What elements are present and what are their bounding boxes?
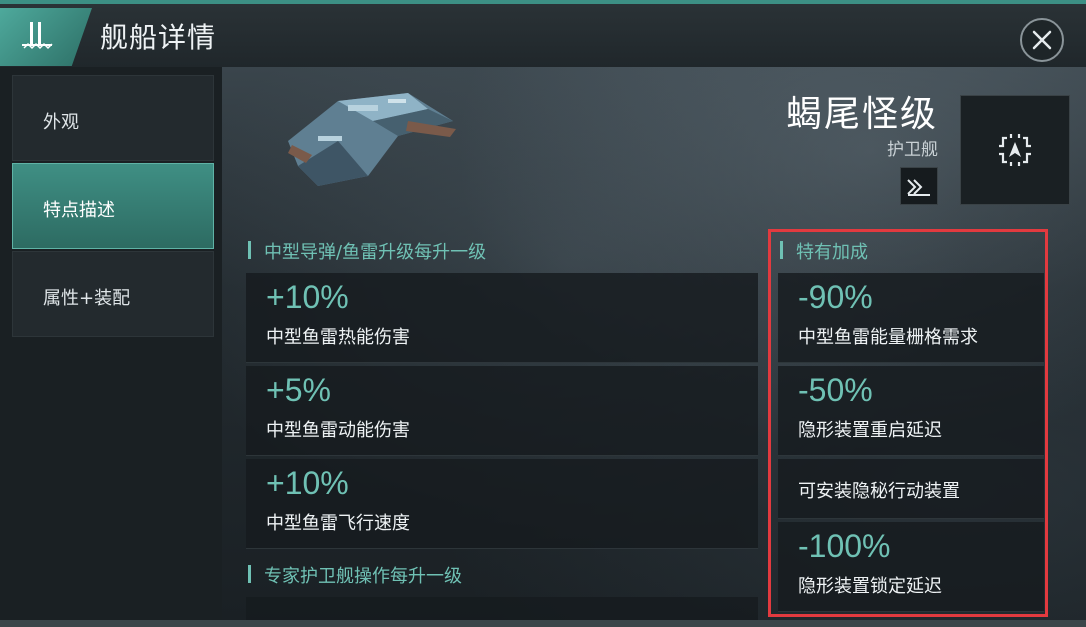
bonus-value: -50% [798, 372, 873, 408]
ship-class: 护卫舰 [887, 140, 938, 160]
bonus-value: +10% [266, 465, 349, 501]
close-icon [1032, 30, 1052, 50]
bonus-description: 中型鱼雷能量栅格需求 [798, 327, 978, 348]
ship-name: 蝎尾怪级 [785, 94, 938, 135]
navigate-button[interactable] [960, 95, 1070, 205]
title-bar: 舰船详情 [0, 0, 1086, 67]
tab-features-label: 特点描述 [43, 200, 115, 221]
bonus-value: -90% [798, 279, 873, 315]
ship-type-badge [900, 167, 938, 205]
bonus-card: +10% 中型鱼雷飞行速度 [246, 459, 758, 549]
special-bonus-header: 特有加成 [780, 238, 868, 264]
bonus-value: +10% [266, 279, 349, 315]
close-button[interactable] [1020, 18, 1064, 62]
ship-image [288, 93, 456, 186]
special-bonus-card: -50% 隐形装置重启延迟 [778, 366, 1044, 456]
fleet-logo-icon [0, 8, 92, 66]
bonus-description: 可安装隐秘行动装置 [798, 481, 960, 502]
ship-detail-panel: 蝎尾怪级 护卫舰 中型导弹/鱼雷升级每升一级 +10% 中型鱼雷热能伤害 +5%… [222, 67, 1086, 627]
skill-section-header: 中型导弹/鱼雷升级每升一级 [248, 238, 486, 264]
skill-section-header: 专家护卫舰操作每升一级 [248, 562, 462, 588]
bonus-value: -100% [798, 528, 891, 564]
bonus-description: 隐形装置重启延迟 [798, 420, 942, 441]
bonus-description: 中型鱼雷动能伤害 [266, 420, 410, 441]
page-title: 舰船详情 [100, 21, 217, 54]
special-bonus-card: -90% 中型鱼雷能量栅格需求 [778, 273, 1044, 363]
tab-appearance[interactable]: 外观 [12, 75, 214, 161]
frigate-type-icon [907, 179, 930, 196]
bonus-value: +5% [266, 372, 331, 408]
bonus-card: +10% 中型鱼雷热能伤害 [246, 273, 758, 363]
special-bonus-card: 可安装隐秘行动装置 [778, 459, 1044, 519]
special-bonus-card: -100% 隐形装置锁定延迟 [778, 522, 1044, 612]
tab-attributes-fitting-label: 属性+装配 [43, 288, 131, 309]
bonus-description: 隐形装置锁定延迟 [798, 576, 942, 597]
navigate-target-icon [999, 134, 1031, 166]
bottom-divider [0, 620, 1086, 627]
bonus-description: 中型鱼雷热能伤害 [266, 327, 410, 348]
bonus-description: 中型鱼雷飞行速度 [266, 513, 410, 534]
tab-attributes-fitting[interactable]: 属性+装配 [12, 251, 214, 337]
tab-appearance-label: 外观 [43, 112, 79, 133]
tab-features[interactable]: 特点描述 [12, 163, 214, 249]
sidebar: 外观 特点描述 属性+装配 [0, 67, 222, 627]
bonus-card: +5% 中型鱼雷动能伤害 [246, 366, 758, 456]
